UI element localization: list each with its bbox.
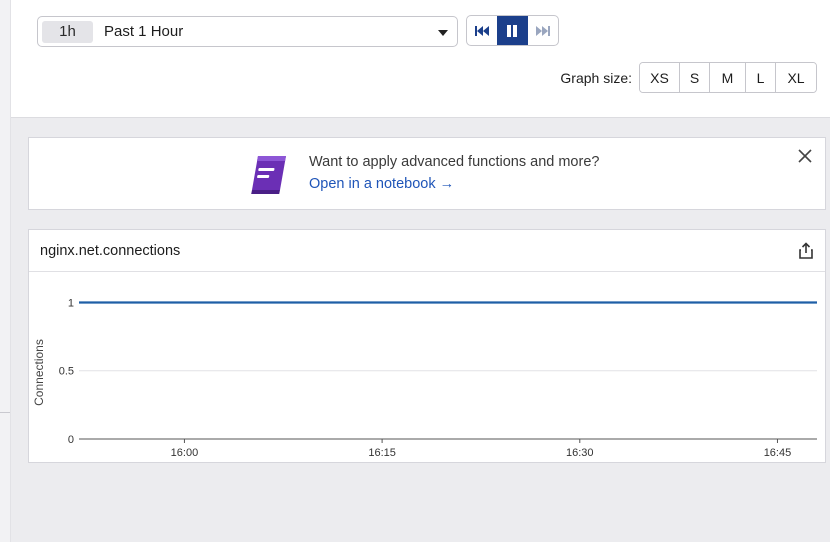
left-rail — [0, 0, 11, 542]
close-icon[interactable] — [797, 148, 813, 164]
pause-button[interactable] — [497, 16, 528, 45]
x-tick-label: 16:30 — [566, 447, 594, 459]
time-range-label: Past 1 Hour — [104, 23, 184, 40]
graph-size-xl[interactable]: XL — [776, 63, 816, 92]
x-tick-label: 16:00 — [171, 447, 199, 459]
rail-divider — [0, 412, 10, 413]
y-axis-label: Connections — [32, 339, 46, 406]
rewind-button[interactable] — [467, 16, 497, 45]
playback-controls — [466, 15, 559, 46]
chart-title: nginx.net.connections — [40, 243, 181, 259]
graph-size-label: Graph size: — [560, 69, 632, 86]
notebook-icon — [251, 156, 286, 194]
time-range-select[interactable]: 1h Past 1 Hour — [37, 16, 458, 47]
graph-size-m[interactable]: M — [710, 63, 746, 92]
banner-message: Want to apply advanced functions and mor… — [309, 154, 600, 170]
x-tick-label: 16:45 — [764, 447, 792, 459]
fast-forward-icon — [535, 25, 550, 36]
x-tick-label: 16:15 — [368, 447, 396, 459]
share-icon[interactable] — [798, 242, 814, 260]
graph-size-control: Graph size: XS S M L XL — [560, 62, 817, 93]
graph-size-xs[interactable]: XS — [640, 63, 680, 92]
time-range-badge: 1h — [42, 20, 93, 43]
y-tick-label: 0 — [68, 434, 74, 446]
graph-size-options: XS S M L XL — [639, 62, 817, 93]
chart-card-header: nginx.net.connections — [29, 230, 825, 272]
y-tick-label: 1 — [68, 297, 74, 309]
pause-icon — [507, 24, 518, 37]
chart-card: nginx.net.connections 0 0.5 1 16:00 16:15 16:… — [28, 229, 826, 463]
line-chart: 0 0.5 1 16:00 16:15 16:30 16:45 Connections — [32, 297, 817, 459]
graph-size-s[interactable]: S — [680, 63, 710, 92]
fast-forward-button[interactable] — [528, 16, 558, 45]
chevron-down-icon — [438, 30, 448, 36]
graph-size-l[interactable]: L — [746, 63, 776, 92]
rewind-icon — [475, 25, 490, 36]
notebook-banner: Want to apply advanced functions and mor… — [28, 137, 826, 210]
open-notebook-link[interactable]: Open in a notebook → — [309, 176, 454, 192]
y-tick-label: 0.5 — [59, 366, 74, 378]
